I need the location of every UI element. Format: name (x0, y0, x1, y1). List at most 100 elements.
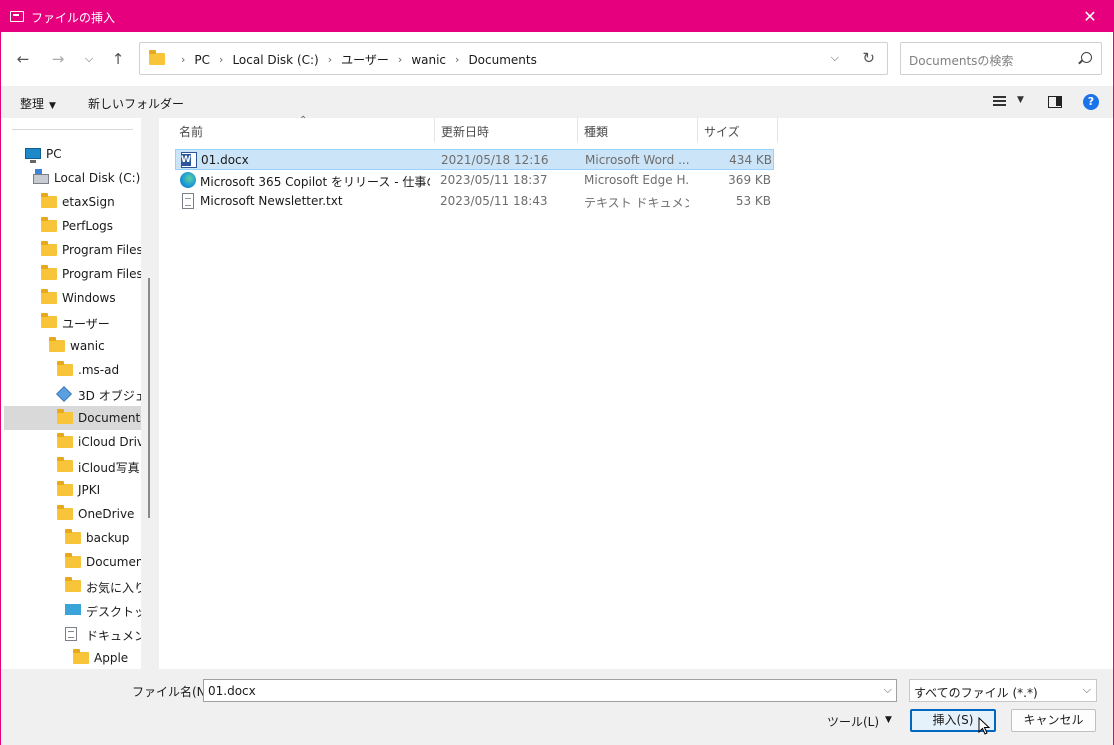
refresh-icon[interactable]: ↻ (862, 49, 875, 67)
recent-locations-button[interactable]: ⌵ (78, 49, 100, 69)
column-header-type[interactable]: 種類 (578, 118, 698, 142)
column-size-label: サイズ (704, 125, 740, 139)
sidebar-item[interactable]: OneDrive (4, 502, 149, 526)
dialog-footer: ファイル名(N): 01.docx ⌵ すべてのファイル (*.*) ⌵ ツール… (1, 669, 1113, 745)
sidebar-item[interactable]: PC (4, 142, 149, 166)
navigation-pane: PC Local Disk (C:) etaxSign PerfLogs Program… (1, 118, 149, 669)
column-name-label: 名前 (179, 125, 204, 139)
up-button[interactable]: ↑ (107, 49, 129, 69)
chevron-down-icon[interactable]: ⌵ (1083, 683, 1091, 697)
sidebar-item[interactable]: iCloud Drive (4, 430, 149, 454)
sidebar-item[interactable]: Apple (4, 646, 149, 669)
file-row[interactable]: Microsoft 365 Copilot をリリース - 仕事の新... 20… (175, 170, 774, 191)
sidebar-item[interactable]: お気に入り (4, 574, 149, 598)
sidebar-item[interactable]: PerfLogs (4, 214, 149, 238)
breadcrumb-users[interactable]: ユーザー (341, 51, 389, 68)
folder-icon (65, 553, 81, 568)
sidebar-item[interactable]: wanic (4, 334, 149, 358)
window-title: ファイルの挿入 (31, 11, 116, 25)
chevron-down-icon[interactable]: ⌵ (884, 683, 892, 697)
column-header-size[interactable]: サイズ (698, 118, 778, 142)
file-list: 名前 ⌃ 更新日時 種類 サイズ 01.docx 2021/05/18 12:1… (159, 115, 1113, 669)
sidebar-item[interactable]: Local Disk (C:) (4, 166, 149, 190)
folder-icon (49, 337, 65, 352)
breadcrumb-local-disk[interactable]: Local Disk (C:) (232, 53, 318, 67)
organize-button[interactable]: 整理 ▼ (20, 95, 56, 112)
sidebar-item[interactable]: iCloud写真 (4, 454, 149, 478)
close-button[interactable]: ✕ (1067, 1, 1113, 32)
sidebar-item-label: etaxSign (62, 195, 115, 209)
column-date-label: 更新日時 (441, 125, 490, 139)
filename-input[interactable]: 01.docx ⌵ (203, 679, 897, 702)
breadcrumb-wanic[interactable]: wanic (411, 53, 446, 67)
sidebar-item-label: PC (46, 147, 62, 161)
back-button[interactable]: ← (12, 49, 34, 69)
file-size: 369 KB (728, 173, 771, 187)
sidebar-item[interactable]: デスクトップ (4, 598, 149, 622)
sidebar-item[interactable]: JPKI (4, 478, 149, 502)
sidebar-item-label: Local Disk (C:) (54, 171, 141, 185)
file-row[interactable]: 01.docx 2021/05/18 12:16 Microsoft Word … (175, 149, 774, 170)
address-bar[interactable]: › PC › Local Disk (C:) › ユーザー › wanic › … (139, 42, 888, 75)
new-folder-button[interactable]: 新しいフォルダー (88, 95, 184, 112)
search-placeholder: Documentsの検索 (909, 54, 1014, 68)
sidebar-item[interactable]: ドキュメント (4, 622, 149, 646)
mouse-cursor-icon (978, 716, 991, 735)
breadcrumb-documents[interactable]: Documents (468, 53, 536, 67)
sidebar-item[interactable]: .ms-ad (4, 358, 149, 382)
sidebar-scrollbar[interactable] (141, 118, 159, 669)
sidebar-item[interactable]: ユーザー (4, 310, 149, 334)
file-row[interactable]: Microsoft Newsletter.txt 2023/05/11 18:4… (175, 191, 774, 212)
disk-icon (33, 169, 49, 184)
filter-value: すべてのファイル (*.*) (914, 686, 1038, 700)
folder-icon (57, 457, 73, 472)
folder-icon (41, 265, 57, 280)
document-icon (65, 627, 77, 641)
folder-icon (65, 577, 81, 592)
file-size: 53 KB (735, 194, 771, 208)
chevron-right-icon: › (219, 53, 224, 66)
folder-icon (149, 50, 165, 65)
search-icon[interactable] (1081, 52, 1092, 63)
folder-icon (41, 217, 57, 232)
sort-up-icon: ⌃ (299, 115, 308, 126)
folder-icon (41, 241, 57, 256)
sidebar-item[interactable]: backup (4, 526, 149, 550)
sidebar-item[interactable]: Windows (4, 286, 149, 310)
chevron-down-icon[interactable]: ⌵ (831, 51, 839, 65)
caret-down-icon[interactable]: ▼ (1017, 95, 1024, 105)
sidebar-item-label: ドキュメント (86, 629, 149, 643)
sidebar-item-label: Windows (62, 291, 116, 305)
folder-icon (41, 313, 57, 328)
file-date: 2023/05/11 18:37 (440, 173, 548, 187)
folder-icon (57, 481, 73, 496)
file-size: 434 KB (729, 153, 772, 167)
view-options-icon[interactable] (993, 96, 1006, 106)
search-box[interactable]: Documentsの検索 (900, 42, 1102, 75)
app-icon (10, 11, 24, 22)
help-icon[interactable]: ? (1083, 94, 1099, 110)
column-header-date[interactable]: 更新日時 (435, 118, 578, 142)
text-file-icon (182, 193, 194, 209)
sidebar-item[interactable]: 3D オブジェク (4, 382, 149, 406)
column-header-name[interactable]: 名前 ⌃ (173, 115, 435, 142)
sidebar-item[interactable]: Program Files (4, 238, 149, 262)
file-type-filter[interactable]: すべてのファイル (*.*) ⌵ (909, 679, 1097, 702)
folder-icon (57, 505, 73, 520)
cancel-button[interactable]: キャンセル (1011, 709, 1096, 732)
sidebar-item[interactable]: Program Files ( (4, 262, 149, 286)
sidebar-item[interactable]: Documen (4, 550, 149, 574)
scrollbar-thumb[interactable] (148, 278, 150, 518)
pc-icon (25, 148, 41, 163)
folder-icon (57, 409, 73, 424)
breadcrumb-pc[interactable]: PC (194, 53, 210, 67)
file-name: 01.docx (201, 153, 249, 167)
tools-button[interactable]: ツール(L) ▼ (827, 713, 892, 730)
edge-icon (180, 172, 196, 188)
title-bar: ファイルの挿入 ✕ (1, 1, 1113, 32)
desktop-icon (65, 604, 81, 615)
sidebar-item[interactable]: etaxSign (4, 190, 149, 214)
forward-button[interactable]: → (47, 49, 69, 69)
preview-pane-icon[interactable] (1048, 96, 1062, 108)
sidebar-item[interactable]: Documents (4, 406, 149, 430)
